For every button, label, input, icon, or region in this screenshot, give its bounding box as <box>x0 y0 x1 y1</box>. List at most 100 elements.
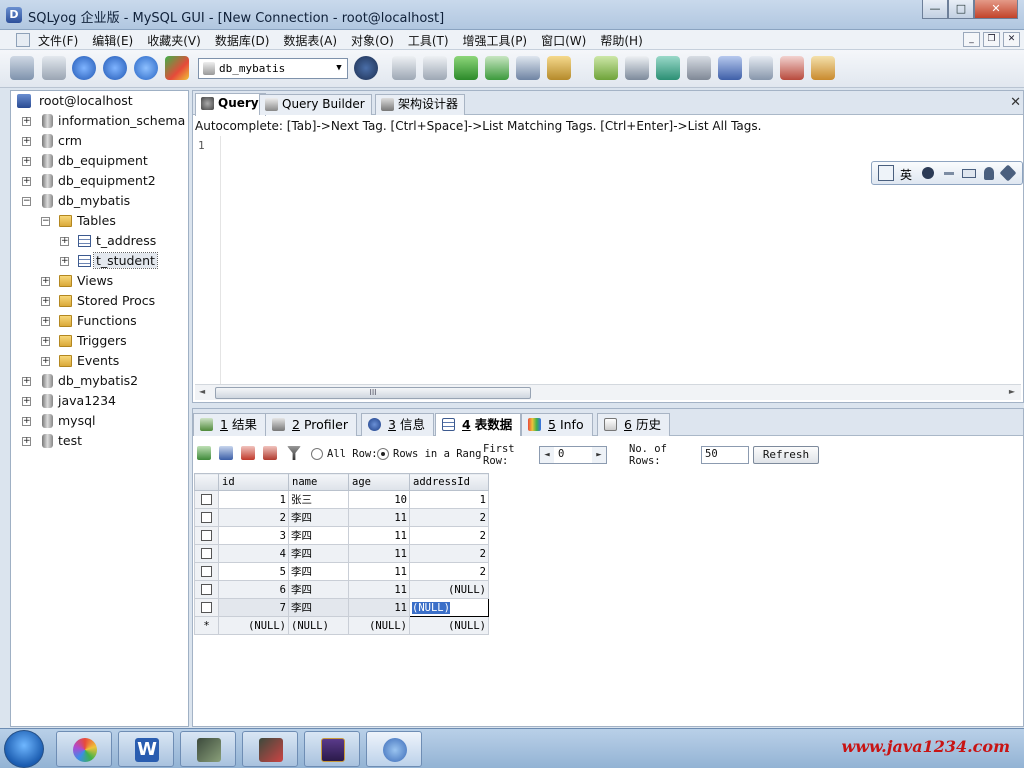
cell-id[interactable]: 2 <box>218 508 289 527</box>
schema-sync-icon[interactable] <box>656 56 680 80</box>
table-row[interactable]: 1 张三 10 1 <box>194 490 489 509</box>
tree-item-db-mybatis2[interactable]: + db_mybatis2 <box>22 371 138 391</box>
tree-root[interactable]: root@localhost <box>17 91 133 111</box>
wrench-icon[interactable] <box>999 164 1017 182</box>
expand-icon[interactable]: + <box>22 117 31 126</box>
punctuation-icon[interactable] <box>944 172 954 175</box>
table-row[interactable]: 3 李四 11 2 <box>194 526 489 545</box>
tree-item-db-mybatis[interactable]: − db_mybatis <box>22 191 130 211</box>
moon-icon[interactable] <box>922 167 934 179</box>
expand-icon[interactable]: + <box>22 417 31 426</box>
tree-item-java1234[interactable]: + java1234 <box>22 391 116 411</box>
tree-item-stored-procs[interactable]: + Stored Procs <box>41 291 155 311</box>
cell-name[interactable]: 李四 <box>288 508 349 527</box>
taskbar-app-sqlyog[interactable] <box>366 731 422 767</box>
stop-icon[interactable] <box>134 56 158 80</box>
tab-schema-designer[interactable]: 架构设计器 <box>375 94 466 115</box>
table-row[interactable]: 6 李四 11 (NULL) <box>194 580 489 599</box>
tree-item-t-address[interactable]: + t_address <box>60 231 156 251</box>
tree-item-events[interactable]: + Events <box>41 351 119 371</box>
ime-logo-icon[interactable] <box>878 165 894 181</box>
cell-id[interactable]: 4 <box>218 544 289 563</box>
first-row-value[interactable]: 0 <box>558 448 564 460</box>
no-of-rows-input[interactable]: 50 <box>701 446 749 464</box>
expand-icon[interactable]: + <box>41 297 50 306</box>
taskbar-app-terminal[interactable] <box>180 731 236 767</box>
new-connection-icon[interactable] <box>10 56 34 80</box>
sqlyog-app-icon[interactable]: D <box>6 7 22 23</box>
expand-icon[interactable]: + <box>22 177 31 186</box>
cell-id[interactable]: 3 <box>218 526 289 545</box>
tree-item-db-equipment2[interactable]: + db_equipment2 <box>22 171 156 191</box>
database-select[interactable]: db_mybatis ▼ <box>198 58 348 79</box>
structure-icon[interactable] <box>811 56 835 80</box>
rows-in-range-radio[interactable] <box>377 448 389 460</box>
cell-age[interactable]: 11 <box>348 562 410 581</box>
delete-row-icon[interactable] <box>241 446 255 460</box>
cell-name[interactable]: (NULL) <box>288 616 349 635</box>
tab-query-builder[interactable]: Query Builder <box>259 94 372 115</box>
cell-age[interactable]: 11 <box>348 580 410 599</box>
cell-age[interactable]: (NULL) <box>348 616 410 635</box>
expand-icon[interactable]: + <box>22 157 31 166</box>
tree-item-functions[interactable]: + Functions <box>41 311 137 331</box>
minimize-button[interactable]: — <box>922 0 948 19</box>
filter-icon[interactable] <box>287 446 301 460</box>
cell-addressid[interactable]: 2 <box>409 544 489 563</box>
row-checkbox[interactable] <box>201 548 212 559</box>
mdi-close-button[interactable]: ✕ <box>1003 32 1020 47</box>
tab-table-data[interactable]: 4 表数据 <box>435 413 522 436</box>
decrement-icon[interactable]: ◄ <box>540 447 554 463</box>
maximize-button[interactable]: □ <box>948 0 974 19</box>
table-row-selected[interactable]: 7 李四 11 (NULL) <box>194 598 489 617</box>
cell-edit-value[interactable]: (NULL) <box>412 601 450 614</box>
tree-item-db-equipment[interactable]: + db_equipment <box>22 151 148 171</box>
all-rows-radio[interactable] <box>311 448 323 460</box>
tree-item-crm[interactable]: + crm <box>22 131 82 151</box>
cell-age[interactable]: 11 <box>348 508 410 527</box>
column-header-age[interactable]: age <box>348 473 410 491</box>
document-icon[interactable] <box>16 33 30 47</box>
tree-item-t-student[interactable]: + t_student <box>60 251 158 271</box>
cell-id[interactable]: 1 <box>218 490 289 509</box>
first-row-stepper[interactable]: ◄ 0 ► <box>539 446 607 464</box>
tab-result[interactable]: 1 结果 <box>193 413 266 436</box>
expand-icon[interactable]: + <box>41 317 50 326</box>
tree-item-information-schema[interactable]: + information_schema <box>22 111 185 131</box>
mdi-minimize-button[interactable]: _ <box>963 32 980 47</box>
refresh-button[interactable]: Refresh <box>753 446 819 464</box>
expand-icon[interactable]: + <box>41 277 50 286</box>
editor-horizontal-scrollbar[interactable]: ◄ III ► <box>195 384 1021 400</box>
execute-all-icon[interactable] <box>103 56 127 80</box>
notification-icon[interactable] <box>718 56 742 80</box>
taskbar-app-wps[interactable]: W <box>118 731 174 767</box>
expand-icon[interactable]: + <box>60 237 69 246</box>
taskbar-app-recorder[interactable] <box>242 731 298 767</box>
execute-query-icon[interactable] <box>72 56 96 80</box>
menu-window[interactable]: 窗口(W) <box>541 32 586 49</box>
cell-addressid[interactable]: 1 <box>409 490 489 509</box>
expand-icon[interactable]: + <box>22 377 31 386</box>
table-row[interactable]: 4 李四 11 2 <box>194 544 489 563</box>
menu-favorites[interactable]: 收藏夹(V) <box>147 32 201 49</box>
row-checkbox[interactable] <box>201 530 212 541</box>
collapse-icon[interactable]: − <box>22 197 31 206</box>
tree-item-test[interactable]: + test <box>22 431 82 451</box>
row-checkbox[interactable] <box>201 566 212 577</box>
menu-file[interactable]: 文件(F) <box>38 32 78 49</box>
taskbar-app-pinwheel[interactable] <box>56 731 112 767</box>
expand-icon[interactable]: + <box>22 397 31 406</box>
cell-addressid-editing[interactable]: (NULL) <box>409 598 489 617</box>
tab-profiler[interactable]: 2 Profiler <box>265 413 357 436</box>
db-copy-icon[interactable] <box>625 56 649 80</box>
tree-item-tables[interactable]: − Tables <box>41 211 116 231</box>
ime-lang-label[interactable]: 英 <box>900 166 912 183</box>
job-agent-icon[interactable] <box>687 56 711 80</box>
cell-addressid[interactable]: (NULL) <box>409 580 489 599</box>
object-browser[interactable]: root@localhost + information_schema + cr… <box>10 90 189 727</box>
table-row-new[interactable]: * (NULL) (NULL) (NULL) (NULL) <box>194 616 489 635</box>
close-button[interactable]: ✕ <box>974 0 1018 19</box>
schema-designer-icon[interactable] <box>780 56 804 80</box>
keyboard-icon[interactable] <box>962 169 976 178</box>
new-query-icon[interactable] <box>42 56 66 80</box>
